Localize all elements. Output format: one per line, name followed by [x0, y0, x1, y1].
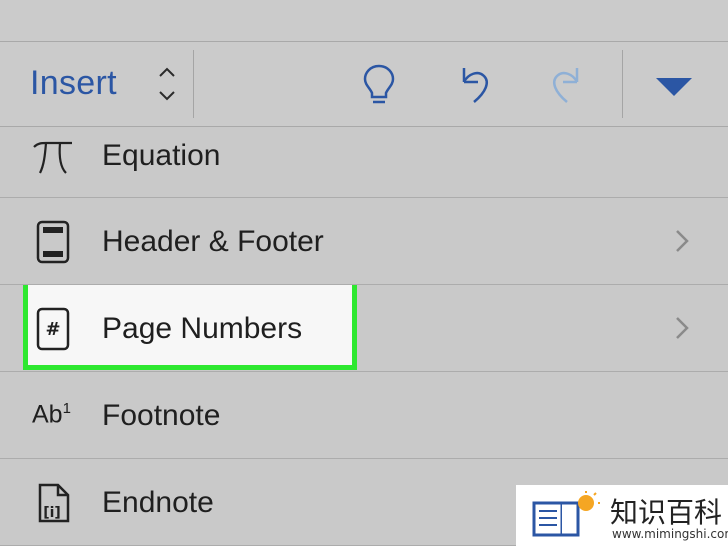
lightbulb-icon[interactable]: [357, 60, 401, 108]
chevron-right-icon: [676, 230, 689, 252]
dropdown-triangle-icon[interactable]: [652, 60, 696, 108]
menu-item-label: Endnote: [102, 486, 214, 519]
chevron-right-icon: [676, 317, 689, 339]
menu-item-page-numbers[interactable]: # Page Numbers: [0, 285, 728, 372]
menu-item-header-footer[interactable]: Header & Footer: [0, 198, 728, 285]
ribbon-tab-label[interactable]: Insert: [30, 64, 117, 103]
redo-icon[interactable]: [545, 60, 589, 108]
svg-text:[i]: [i]: [43, 505, 61, 521]
menu-item-label: Footnote: [102, 399, 221, 432]
svg-text:#: #: [45, 319, 60, 340]
footnote-icon: Ab1: [32, 400, 71, 429]
book-lightbulb-logo-icon: [532, 491, 600, 537]
undo-icon[interactable]: [452, 60, 496, 108]
endnote-icon: [i]: [38, 483, 70, 523]
menu-item-footnote[interactable]: Ab1 Footnote: [0, 372, 728, 459]
menu-item-label: Page Numbers: [102, 312, 303, 345]
toolbar-divider: [622, 50, 623, 118]
watermark-text: 知识百科: [610, 496, 723, 529]
toolbar-divider: [193, 50, 194, 118]
watermark-url: www.mimingshi.com: [612, 527, 728, 541]
watermark-logo: 知识百科 www.mimingshi.com: [516, 485, 728, 546]
insert-menu: Equation Header & Footer # Page Numbers …: [0, 127, 728, 546]
top-strip: [0, 0, 728, 42]
ribbon-toolbar: Insert: [0, 42, 728, 127]
header-footer-icon: [36, 220, 70, 264]
menu-item-label: Equation: [102, 139, 221, 172]
menu-item-label: Header & Footer: [102, 225, 324, 258]
tab-switcher-chevrons-icon[interactable]: [152, 62, 182, 106]
menu-item-equation[interactable]: Equation: [0, 127, 728, 198]
page-number-icon: #: [36, 307, 70, 351]
pi-icon: [33, 141, 72, 174]
